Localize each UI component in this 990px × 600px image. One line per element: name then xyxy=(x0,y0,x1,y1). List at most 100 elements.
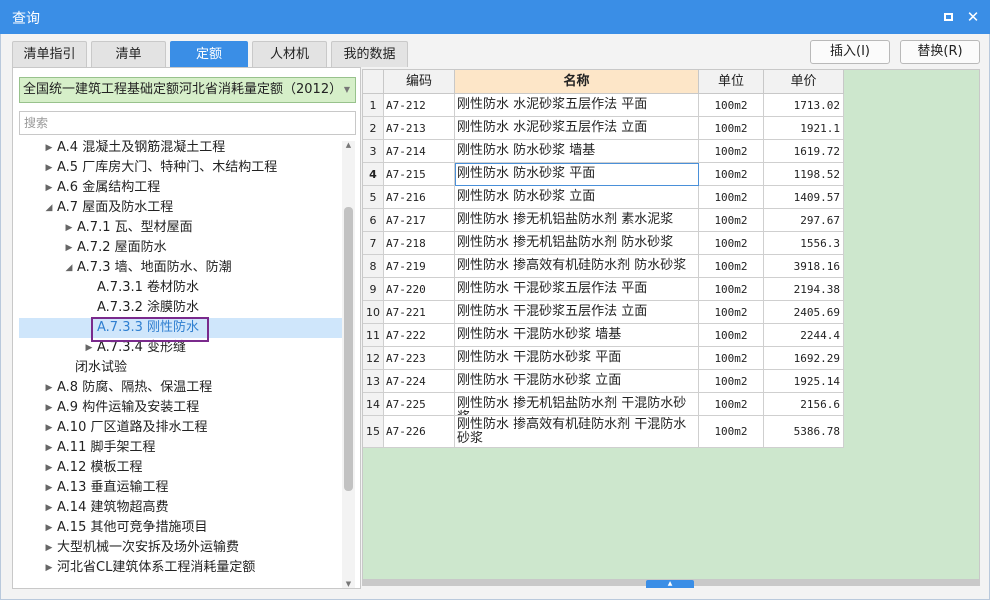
unit-cell[interactable]: 100m2 xyxy=(699,163,764,186)
collapsed-arrow-icon[interactable]: ▶ xyxy=(43,138,55,158)
name-cell[interactable]: 刚性防水 水泥砂浆五层作法 立面 xyxy=(455,117,699,140)
unit-cell[interactable]: 100m2 xyxy=(699,209,764,232)
tree-item[interactable]: ◢ A.7.3 墙、地面防水、防潮 xyxy=(19,258,342,278)
collapsed-arrow-icon[interactable]: ▶ xyxy=(63,238,75,258)
code-cell[interactable]: A7-220 xyxy=(384,278,455,301)
table-row[interactable]: 7 A7-218 刚性防水 掺无机铝盐防水剂 防水砂浆 100m2 1556.3 xyxy=(363,232,844,255)
price-cell[interactable]: 1713.02 xyxy=(764,94,844,117)
tree-item[interactable]: ▶ A.9 构件运输及安装工程 xyxy=(19,398,342,418)
collapsed-arrow-icon[interactable]: ▶ xyxy=(43,498,55,518)
table-row[interactable]: 6 A7-217 刚性防水 掺无机铝盐防水剂 素水泥浆 100m2 297.67 xyxy=(363,209,844,232)
code-cell[interactable]: A7-218 xyxy=(384,232,455,255)
collapsed-arrow-icon[interactable]: ▶ xyxy=(43,558,55,578)
unit-cell[interactable]: 100m2 xyxy=(699,140,764,163)
code-cell[interactable]: A7-215 xyxy=(384,163,455,186)
tree-item[interactable]: 闭水试验 xyxy=(19,358,342,378)
price-cell[interactable]: 2156.6 xyxy=(764,393,844,416)
collapsed-arrow-icon[interactable]: ▶ xyxy=(43,458,55,478)
tree-scrollbar[interactable]: ▲ ▼ xyxy=(342,141,355,588)
table-row[interactable]: 5 A7-216 刚性防水 防水砂浆 立面 100m2 1409.57 xyxy=(363,186,844,209)
unit-cell[interactable]: 100m2 xyxy=(699,347,764,370)
unit-cell[interactable]: 100m2 xyxy=(699,255,764,278)
name-cell[interactable]: 刚性防水 干混防水砂浆 立面 xyxy=(455,370,699,393)
tree-item[interactable]: ▶ A.14 建筑物超高费 xyxy=(19,498,342,518)
tree-item[interactable]: A.7.3.2 涂膜防水 xyxy=(19,298,342,318)
name-cell[interactable]: 刚性防水 干混防水砂浆 平面 xyxy=(455,347,699,370)
unit-cell[interactable]: 100m2 xyxy=(699,324,764,347)
price-cell[interactable]: 1619.72 xyxy=(764,140,844,163)
expanded-arrow-icon[interactable]: ◢ xyxy=(43,198,55,218)
price-cell[interactable]: 3918.16 xyxy=(764,255,844,278)
collapsed-arrow-icon[interactable]: ▶ xyxy=(43,518,55,538)
code-cell[interactable]: A7-226 xyxy=(384,416,455,448)
table-row[interactable]: 11 A7-222 刚性防水 干混防水砂浆 墙基 100m2 2244.4 xyxy=(363,324,844,347)
column-header-unit[interactable]: 单位 xyxy=(699,70,764,94)
code-cell[interactable]: A7-213 xyxy=(384,117,455,140)
code-cell[interactable]: A7-217 xyxy=(384,209,455,232)
table-row[interactable]: 1 A7-212 刚性防水 水泥砂浆五层作法 平面 100m2 1713.02 xyxy=(363,94,844,117)
table-row[interactable]: 14 A7-225 刚性防水 掺无机铝盐防水剂 干混防水砂浆 100m2 2156.6 xyxy=(363,393,844,416)
tree-item[interactable]: ▶ A.4 混凝土及钢筋混凝土工程 xyxy=(19,138,342,158)
collapse-handle-icon[interactable]: ▲ xyxy=(646,580,694,588)
name-cell[interactable]: 刚性防水 防水砂浆 立面 xyxy=(455,186,699,209)
code-cell[interactable]: A7-214 xyxy=(384,140,455,163)
tree-item[interactable]: A.7.3.1 卷材防水 xyxy=(19,278,342,298)
name-cell[interactable]: 刚性防水 掺高效有机硅防水剂 干混防水砂浆 xyxy=(455,416,699,448)
code-cell[interactable]: A7-212 xyxy=(384,94,455,117)
table-row[interactable]: 8 A7-219 刚性防水 掺高效有机硅防水剂 防水砂浆 100m2 3918.16 xyxy=(363,255,844,278)
name-cell[interactable]: 刚性防水 防水砂浆 平面 xyxy=(455,163,699,186)
code-cell[interactable]: A7-219 xyxy=(384,255,455,278)
collapsed-arrow-icon[interactable]: ▶ xyxy=(43,178,55,198)
expanded-arrow-icon[interactable]: ◢ xyxy=(63,258,75,278)
table-row[interactable]: 9 A7-220 刚性防水 干混砂浆五层作法 平面 100m2 2194.38 xyxy=(363,278,844,301)
unit-cell[interactable]: 100m2 xyxy=(699,278,764,301)
tree-item[interactable]: A.7.3.3 刚性防水 xyxy=(19,318,342,338)
name-cell[interactable]: 刚性防水 掺无机铝盐防水剂 干混防水砂浆 xyxy=(455,393,699,416)
name-cell[interactable]: 刚性防水 干混砂浆五层作法 平面 xyxy=(455,278,699,301)
price-cell[interactable]: 297.67 xyxy=(764,209,844,232)
collapsed-arrow-icon[interactable]: ▶ xyxy=(43,438,55,458)
price-cell[interactable]: 1409.57 xyxy=(764,186,844,209)
tab-labor-material-machine[interactable]: 人材机 xyxy=(252,41,327,67)
tree-item[interactable]: ▶ A.7.1 瓦、型材屋面 xyxy=(19,218,342,238)
table-row[interactable]: 4 A7-215 刚性防水 防水砂浆 平面 100m2 1198.52 xyxy=(363,163,844,186)
unit-cell[interactable]: 100m2 xyxy=(699,393,764,416)
table-row[interactable]: 3 A7-214 刚性防水 防水砂浆 墙基 100m2 1619.72 xyxy=(363,140,844,163)
scrollbar-thumb[interactable] xyxy=(344,207,353,491)
price-cell[interactable]: 2194.38 xyxy=(764,278,844,301)
name-cell[interactable]: 刚性防水 掺无机铝盐防水剂 素水泥浆 xyxy=(455,209,699,232)
unit-cell[interactable]: 100m2 xyxy=(699,232,764,255)
tree-item[interactable]: ▶ A.13 垂直运输工程 xyxy=(19,478,342,498)
unit-cell[interactable]: 100m2 xyxy=(699,186,764,209)
price-cell[interactable]: 1198.52 xyxy=(764,163,844,186)
tree-item[interactable]: ▶ A.7.2 屋面防水 xyxy=(19,238,342,258)
price-cell[interactable]: 2244.4 xyxy=(764,324,844,347)
column-header-code[interactable]: 编码 xyxy=(384,70,455,94)
maximize-button[interactable] xyxy=(937,6,959,28)
tab-guide[interactable]: 清单指引 xyxy=(12,41,87,67)
unit-cell[interactable]: 100m2 xyxy=(699,94,764,117)
tab-bill[interactable]: 清单 xyxy=(91,41,166,67)
table-row[interactable]: 10 A7-221 刚性防水 干混砂浆五层作法 立面 100m2 2405.69 xyxy=(363,301,844,324)
insert-button[interactable]: 插入(I) xyxy=(810,40,890,64)
name-cell[interactable]: 刚性防水 水泥砂浆五层作法 平面 xyxy=(455,94,699,117)
price-cell[interactable]: 5386.78 xyxy=(764,416,844,448)
unit-cell[interactable]: 100m2 xyxy=(699,416,764,448)
replace-button[interactable]: 替换(R) xyxy=(900,40,980,64)
table-row[interactable]: 15 A7-226 刚性防水 掺高效有机硅防水剂 干混防水砂浆 100m2 5386.7… xyxy=(363,416,844,448)
quota-library-select[interactable]: 全国统一建筑工程基础定额河北省消耗量定额（2012） ▼ xyxy=(19,77,356,103)
tree-item[interactable]: ▶ 大型机械一次安拆及场外运输费 xyxy=(19,538,342,558)
price-cell[interactable]: 1921.1 xyxy=(764,117,844,140)
name-cell[interactable]: 刚性防水 掺高效有机硅防水剂 防水砂浆 xyxy=(455,255,699,278)
name-cell[interactable]: 刚性防水 掺无机铝盐防水剂 防水砂浆 xyxy=(455,232,699,255)
price-cell[interactable]: 1692.29 xyxy=(764,347,844,370)
collapsed-arrow-icon[interactable]: ▶ xyxy=(83,338,95,358)
collapsed-arrow-icon[interactable]: ▶ xyxy=(43,478,55,498)
collapsed-arrow-icon[interactable]: ▶ xyxy=(43,538,55,558)
tab-quota[interactable]: 定额 xyxy=(170,41,248,67)
tree-item[interactable]: ▶ 河北省CL建筑体系工程消耗量定额 xyxy=(19,558,342,578)
tree-item[interactable]: ▶ A.8 防腐、隔热、保温工程 xyxy=(19,378,342,398)
code-cell[interactable]: A7-221 xyxy=(384,301,455,324)
column-header-name[interactable]: 名称 xyxy=(455,70,699,94)
tree-item[interactable]: ▶ A.10 厂区道路及排水工程 xyxy=(19,418,342,438)
